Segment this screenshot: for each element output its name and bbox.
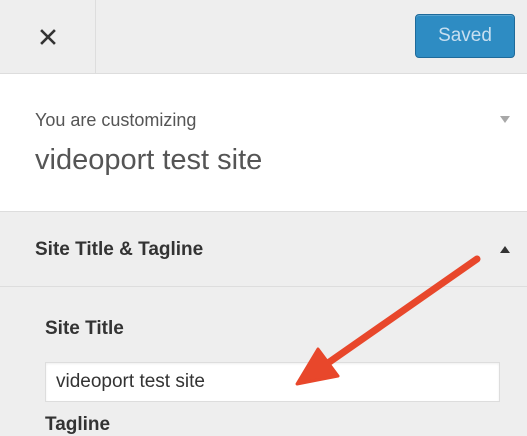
site-title-label: Site Title [45,318,124,339]
saved-button[interactable]: Saved [415,14,515,58]
customizer-info: You are customizing videoport test site [0,74,527,212]
customizer-panel: Saved You are customizing videoport test… [0,0,527,436]
close-icon [39,28,56,45]
close-button[interactable] [0,0,96,73]
site-title-input[interactable] [45,362,500,402]
section-content: Site Title Tagline [0,287,527,436]
section-title: Site Title & Tagline [35,239,204,260]
chevron-down-icon[interactable] [495,112,515,126]
site-name-heading: videoport test site [35,144,263,176]
customizer-header: Saved [0,0,527,74]
tagline-label: Tagline [45,414,111,435]
customizing-label: You are customizing [35,110,197,130]
section-site-title-tagline[interactable]: Site Title & Tagline [0,212,527,287]
triangle-up-icon [500,246,510,253]
